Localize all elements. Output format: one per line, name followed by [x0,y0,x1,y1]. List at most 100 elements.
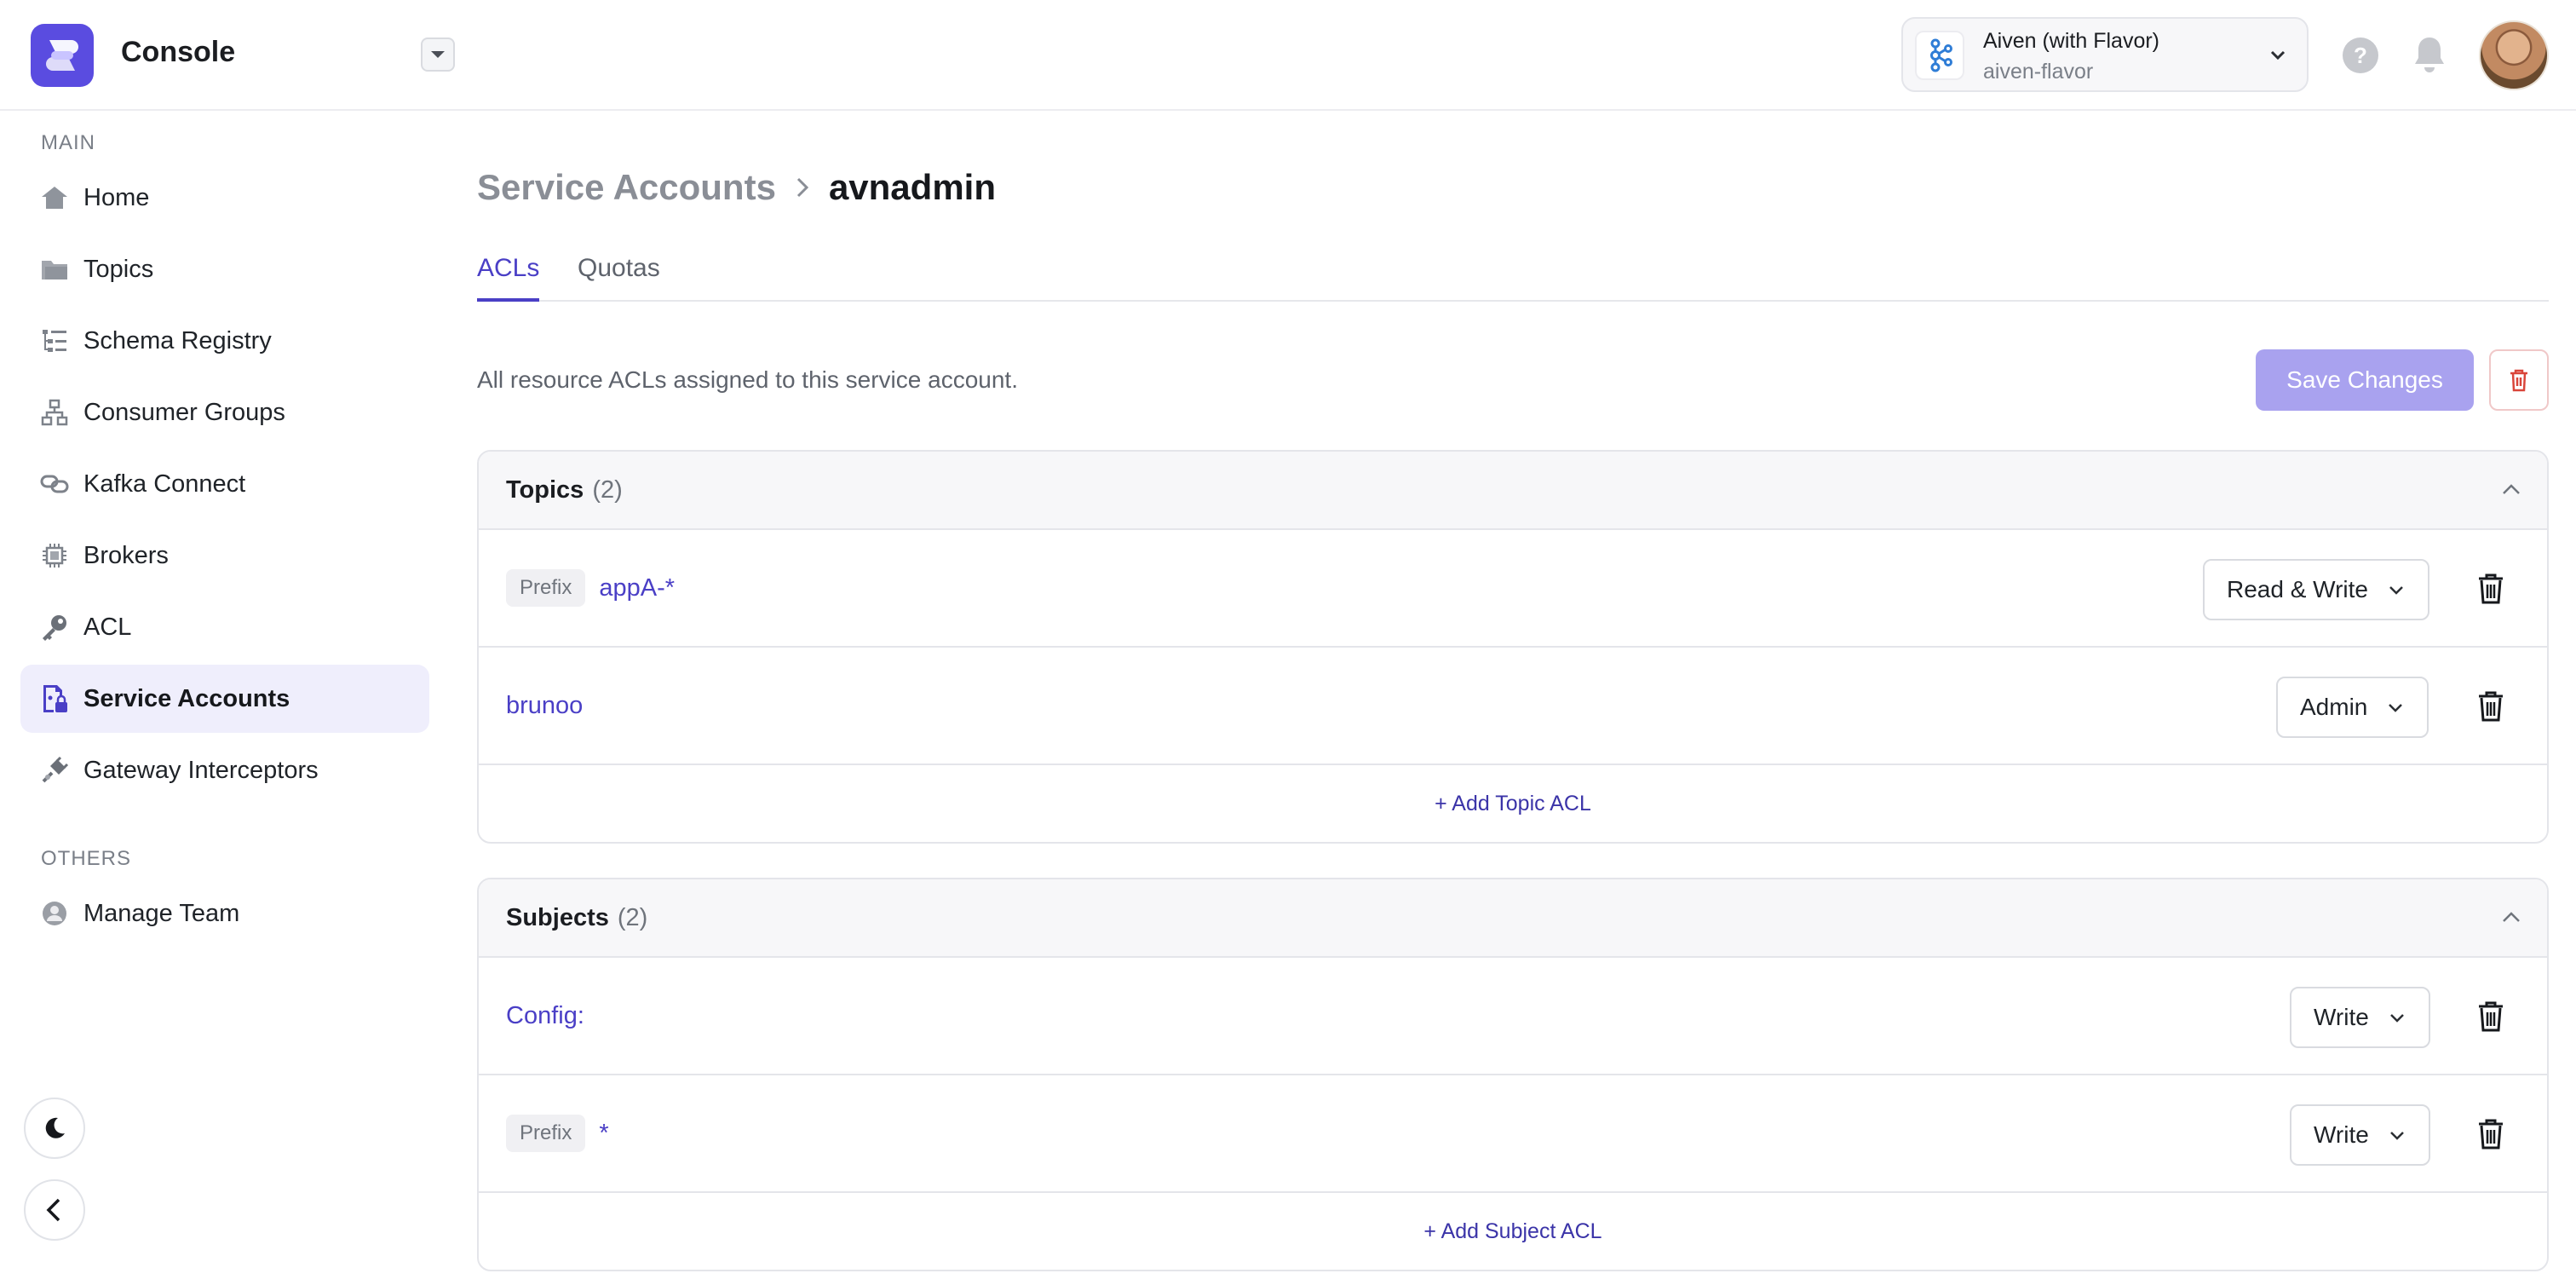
chevron-down-icon [2386,698,2405,717]
sidebar-item-label: Schema Registry [83,326,272,354]
list-tree-icon [39,326,70,356]
trash-icon [2479,1001,2503,1032]
chevron-left-icon [46,1198,60,1222]
plug-icon [39,755,70,786]
table-row: brunoo Admin [479,648,2547,765]
tab-bar: ACLs Quotas [477,247,2549,302]
tab-quotas[interactable]: Quotas [578,247,660,302]
hierarchy-icon [39,397,70,428]
permission-value: Write [2314,1004,2369,1030]
delete-row-button[interactable] [2477,1118,2504,1155]
collapse-sidebar-button[interactable] [24,1179,85,1241]
trash-icon [2479,691,2503,722]
sidebar-item-label: ACL [83,613,132,641]
table-row: Config: Write [479,958,2547,1075]
pattern-type-badge: Prefix [506,569,586,607]
delete-row-button[interactable] [2477,573,2504,609]
organization-selector[interactable]: Aiven (with Flavor) aiven-flavor [1901,17,2309,92]
permission-value: Write [2314,1121,2369,1148]
subjects-panel-header[interactable]: Subjects (2) [479,879,2547,958]
logo-icon [46,40,78,71]
trash-icon [2479,573,2503,604]
panel-title: Topics [506,475,584,504]
user-circle-icon [39,898,70,929]
resource-name-link[interactable]: Config: [506,1002,584,1030]
table-row: Prefix appA-* Read & Write [479,530,2547,648]
help-button[interactable]: ? [2343,37,2378,73]
permission-select[interactable]: Write [2290,987,2430,1048]
org-slug: aiven-flavor [1983,60,2094,84]
resource-name-link[interactable]: appA-* [599,574,675,602]
chevron-down-icon [2388,1126,2406,1144]
app-switcher-button[interactable] [421,37,455,72]
sidebar-item-schema-registry[interactable]: Schema Registry [20,307,429,375]
resource-name-link[interactable]: * [599,1120,608,1148]
chevron-right-icon [795,176,810,199]
trash-icon [2510,369,2527,392]
sidebar-item-label: Manage Team [83,899,240,927]
permission-select[interactable]: Read & Write [2203,559,2429,620]
sidebar-item-manage-team[interactable]: Manage Team [20,879,429,948]
sidebar-item-gateway-interceptors[interactable]: Gateway Interceptors [20,736,429,804]
console-logo[interactable] [31,24,94,87]
sidebar-item-kafka-connect[interactable]: Kafka Connect [20,450,429,518]
key-icon [39,612,70,642]
user-avatar[interactable] [2479,20,2549,90]
sidebar-item-label: Home [83,183,150,211]
save-changes-button[interactable]: Save Changes [2256,349,2474,411]
caret-down-icon [431,51,445,58]
home-icon [39,182,70,213]
delete-row-button[interactable] [2477,690,2504,727]
delete-service-account-button[interactable] [2489,349,2549,411]
section-label-main: MAIN [41,131,95,154]
add-subject-acl-row: + Add Subject ACL [479,1193,2547,1270]
notifications-button[interactable] [2411,34,2448,79]
subjects-acl-panel: Subjects (2) Config: Write Prefix * Writ… [477,878,2549,1271]
help-icon: ? [2354,42,2367,68]
dark-mode-toggle[interactable] [24,1098,85,1159]
trash-icon [2479,1119,2503,1150]
moon-icon [45,1117,65,1138]
sidebar-item-label: Kafka Connect [83,470,246,498]
main-content: Service Accounts avnadmin ACLs Quotas Al… [477,111,2549,1285]
sidebar-item-acl[interactable]: ACL [20,593,429,661]
permission-select[interactable]: Write [2290,1104,2430,1166]
sidebar-item-label: Service Accounts [83,684,290,712]
add-topic-acl-button[interactable]: + Add Topic ACL [1435,792,1591,816]
tab-acls[interactable]: ACLs [477,247,540,302]
sidebar-item-label: Gateway Interceptors [83,756,319,784]
sidebar-item-consumer-groups[interactable]: Consumer Groups [20,378,429,447]
delete-row-button[interactable] [2477,1000,2504,1037]
app-title: Console [121,36,236,68]
topics-panel-header[interactable]: Topics (2) [479,452,2547,530]
sidebar-item-brokers[interactable]: Brokers [20,521,429,590]
bell-icon [2415,37,2444,72]
panel-title: Subjects [506,903,609,931]
chevron-down-icon [2387,580,2406,599]
permission-select[interactable]: Admin [2276,677,2429,738]
resource-name-link[interactable]: brunoo [506,692,583,720]
link-icon [39,469,70,499]
sidebar-item-label: Topics [83,255,154,283]
top-bar: Console Aiven (with Flavor) aiven-flavor… [0,0,2576,111]
sidebar-item-service-accounts[interactable]: Service Accounts [20,665,429,733]
panel-count: (2) [592,475,623,504]
pattern-type-badge: Prefix [506,1115,586,1152]
permission-value: Admin [2300,694,2368,720]
sidebar-item-topics[interactable]: Topics [20,235,429,303]
folder-icon [39,254,70,285]
sidebar-item-label: Brokers [83,541,169,569]
add-subject-acl-button[interactable]: + Add Subject ACL [1423,1219,1601,1244]
chevron-up-icon[interactable] [2501,908,2521,930]
user-lock-icon [39,683,70,714]
table-row: Prefix * Write [479,1075,2547,1193]
add-topic-acl-row: + Add Topic ACL [479,765,2547,842]
sidebar-item-label: Consumer Groups [83,398,285,426]
chevron-up-icon[interactable] [2501,481,2521,502]
chevron-down-icon [2268,44,2288,69]
sidebar-item-home[interactable]: Home [20,164,429,232]
page-title: avnadmin [828,167,996,207]
org-name: Aiven (with Flavor) [1983,29,2159,53]
section-label-others: OTHERS [41,847,132,870]
breadcrumb-parent-link[interactable]: Service Accounts [477,167,776,208]
